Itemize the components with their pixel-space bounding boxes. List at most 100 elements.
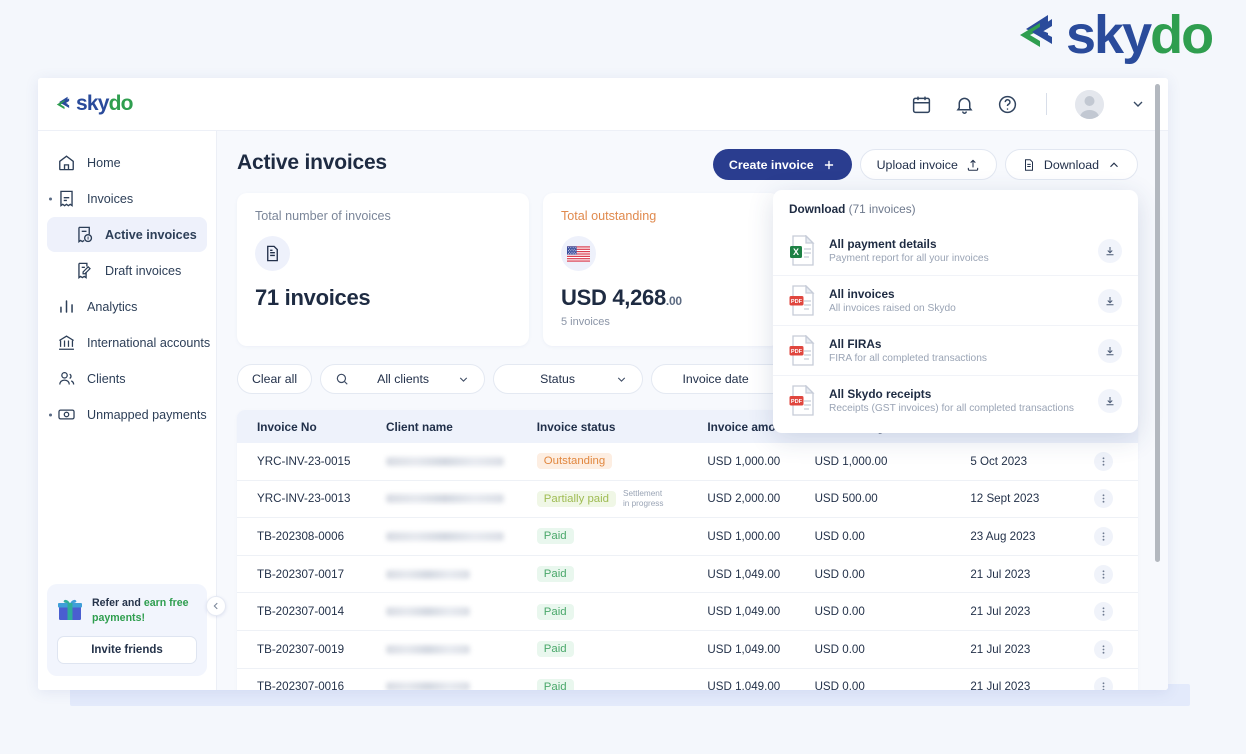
status-filter-value: Status bbox=[508, 372, 607, 386]
table-row[interactable]: TB-202307-0016PaidUSD 1,049.00USD 0.0021… bbox=[237, 669, 1138, 690]
row-actions-button[interactable] bbox=[1094, 602, 1113, 621]
cell-due-date: 21 Jul 2023 bbox=[970, 680, 1068, 690]
invoices-table: Invoice No Client name Invoice status In… bbox=[237, 410, 1138, 690]
kebab-menu-icon bbox=[1098, 493, 1109, 504]
cell-client-name bbox=[386, 607, 537, 616]
status-filter[interactable]: Status bbox=[493, 364, 643, 394]
pdf-file-icon: PDF bbox=[789, 385, 816, 416]
card-value: USD 4,268.00 bbox=[561, 285, 762, 311]
cell-client-name bbox=[386, 570, 537, 579]
redacted-client-name bbox=[386, 645, 470, 654]
brand-sky-small: sky bbox=[76, 92, 109, 115]
sidebar-item-label: Clients bbox=[87, 372, 126, 386]
table-row[interactable]: TB-202307-0017PaidUSD 1,049.00USD 0.0021… bbox=[237, 556, 1138, 594]
sidebar-item-unmapped-payments[interactable]: Unmapped payments bbox=[47, 397, 207, 432]
download-icon bbox=[1104, 395, 1116, 407]
brand-sky: sky bbox=[1066, 5, 1150, 65]
vertical-scrollbar[interactable] bbox=[1155, 84, 1160, 562]
sidebar-item-analytics[interactable]: Analytics bbox=[47, 289, 207, 324]
redacted-client-name bbox=[386, 457, 504, 466]
download-item-subtitle: Payment report for all your invoices bbox=[829, 253, 1085, 264]
download-title-bold: Download bbox=[789, 202, 845, 216]
row-actions-button[interactable] bbox=[1094, 677, 1113, 690]
sidebar-item-active-invoices[interactable]: Active invoices bbox=[47, 217, 207, 252]
sidebar-item-invoices[interactable]: Invoices bbox=[47, 181, 207, 216]
sidebar-collapse-button[interactable] bbox=[206, 596, 226, 616]
table-row[interactable]: YRC-INV-23-0015OutstandingUSD 1,000.00US… bbox=[237, 443, 1138, 481]
create-invoice-button[interactable]: Create invoice bbox=[713, 149, 852, 180]
skydo-logo-small[interactable]: skydo bbox=[56, 92, 133, 116]
table-row[interactable]: TB-202308-0006PaidUSD 1,000.00USD 0.0023… bbox=[237, 518, 1138, 556]
kebab-menu-icon bbox=[1098, 531, 1109, 542]
cell-invoice-status: Partially paidSettlementin progress bbox=[537, 489, 708, 508]
cell-invoice-amount: USD 1,000.00 bbox=[707, 455, 814, 468]
sidebar-item-international-accounts[interactable]: International accounts bbox=[47, 325, 207, 360]
download-menu-item[interactable]: PDF All invoices All invoices raised on … bbox=[773, 275, 1138, 325]
row-actions-button[interactable] bbox=[1094, 489, 1113, 508]
row-actions-button[interactable] bbox=[1094, 527, 1113, 546]
table-row[interactable]: YRC-INV-23-0013 Partially paidSettlementi… bbox=[237, 481, 1138, 519]
clear-all-button[interactable]: Clear all bbox=[237, 364, 312, 394]
kebab-menu-icon bbox=[1098, 606, 1109, 617]
cell-client-name bbox=[386, 532, 537, 541]
cell-invoice-no: TB-202307-0016 bbox=[237, 680, 386, 690]
download-menu-item[interactable]: PDF All Skydo receipts Receipts (GST inv… bbox=[773, 375, 1138, 425]
download-menu-item[interactable]: X All payment details Payment report for… bbox=[773, 226, 1138, 275]
cell-invoice-amount: USD 1,049.00 bbox=[707, 568, 814, 581]
download-item-subtitle: FIRA for all completed transactions bbox=[829, 353, 1085, 364]
calendar-icon[interactable] bbox=[911, 94, 932, 115]
skydo-mark-small-icon bbox=[56, 95, 73, 114]
document-icon bbox=[263, 244, 282, 263]
cell-invoice-status: Paid bbox=[537, 641, 708, 657]
download-item-button[interactable] bbox=[1098, 339, 1122, 363]
table-body: YRC-INV-23-0015OutstandingUSD 1,000.00US… bbox=[237, 443, 1138, 690]
sidebar: Home Invoices Active invoices Draft invo… bbox=[38, 131, 217, 690]
download-item-button[interactable] bbox=[1098, 389, 1122, 413]
chevron-down-icon bbox=[457, 373, 470, 386]
sidebar-nav: Home Invoices Active invoices Draft invo… bbox=[38, 145, 216, 432]
help-icon[interactable] bbox=[997, 94, 1018, 115]
cell-invoice-status: Paid bbox=[537, 604, 708, 620]
download-button[interactable]: Download bbox=[1005, 149, 1138, 180]
cell-client-name bbox=[386, 457, 537, 466]
card-label: Total number of invoices bbox=[255, 209, 511, 223]
cell-invoice-amount: USD 1,049.00 bbox=[707, 605, 814, 618]
cell-invoice-no: YRC-INV-23-0013 bbox=[237, 492, 386, 505]
avatar[interactable] bbox=[1075, 90, 1104, 119]
row-actions-button[interactable] bbox=[1094, 565, 1113, 584]
row-actions-button[interactable] bbox=[1094, 640, 1113, 659]
col-invoice-no: Invoice No bbox=[237, 420, 386, 434]
clients-icon bbox=[57, 369, 76, 388]
download-item-text: All invoices All invoices raised on Skyd… bbox=[829, 287, 1085, 314]
card-value-main: USD 4,268 bbox=[561, 285, 666, 310]
table-row[interactable]: TB-202307-0014PaidUSD 1,049.00USD 0.0021… bbox=[237, 593, 1138, 631]
row-actions-button[interactable] bbox=[1094, 452, 1113, 471]
sidebar-item-label: Unmapped payments bbox=[87, 408, 207, 422]
invite-friends-button[interactable]: Invite friends bbox=[57, 636, 197, 664]
upload-invoice-button[interactable]: Upload invoice bbox=[860, 149, 997, 180]
document-circle-icon bbox=[255, 236, 290, 271]
cell-actions bbox=[1069, 527, 1138, 546]
analytics-icon bbox=[57, 297, 76, 316]
table-row[interactable]: TB-202307-0019PaidUSD 1,049.00USD 0.0021… bbox=[237, 631, 1138, 669]
upload-icon bbox=[966, 158, 980, 172]
status-badge: Paid bbox=[537, 528, 574, 544]
status-badge: Outstanding bbox=[537, 453, 612, 469]
user-chevron-down-icon[interactable] bbox=[1130, 96, 1146, 112]
status-badge: Paid bbox=[537, 679, 574, 690]
download-item-button[interactable] bbox=[1098, 289, 1122, 313]
app-topbar: skydo bbox=[38, 78, 1168, 131]
sidebar-item-clients[interactable]: Clients bbox=[47, 361, 207, 396]
main-content: Active invoices Create invoice Upload in… bbox=[217, 131, 1168, 690]
cell-due-date: 23 Aug 2023 bbox=[970, 530, 1068, 543]
bell-icon[interactable] bbox=[954, 94, 975, 115]
sidebar-item-draft-invoices[interactable]: Draft invoices bbox=[47, 253, 207, 288]
download-menu-item[interactable]: PDF All FIRAs FIRA for all completed tra… bbox=[773, 325, 1138, 375]
skydo-mark-icon bbox=[1018, 11, 1062, 59]
card-value-cents: .00 bbox=[666, 294, 682, 308]
sidebar-item-label: International accounts bbox=[87, 336, 210, 350]
download-item-button[interactable] bbox=[1098, 239, 1122, 263]
sidebar-item-home[interactable]: Home bbox=[47, 145, 207, 180]
cell-outstanding-amount: USD 0.00 bbox=[815, 680, 971, 690]
clients-filter[interactable]: All clients bbox=[320, 364, 485, 394]
